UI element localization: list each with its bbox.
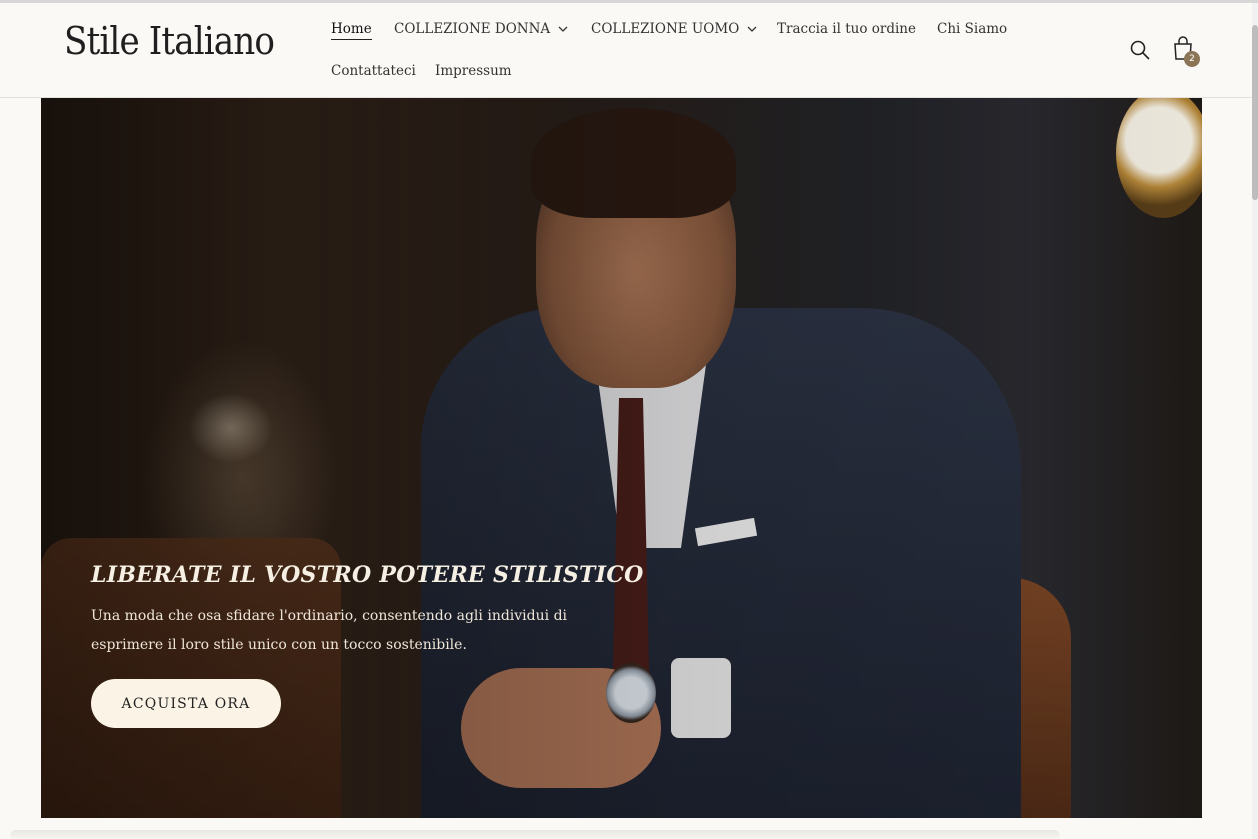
cart-count-badge: 2 [1184, 51, 1200, 67]
nav-item-home[interactable]: Home [331, 21, 372, 40]
nav-item-collezione-donna[interactable]: COLLEZIONE DONNA [394, 21, 568, 37]
scrollbar-thumb[interactable] [1252, 25, 1258, 200]
nav-item-impressum[interactable]: Impressum [435, 63, 512, 79]
nav-item-contattateci[interactable]: Contattateci [331, 63, 416, 79]
nav-item-label: Home [331, 21, 372, 40]
nav-item-label: COLLEZIONE DONNA [394, 21, 551, 37]
chevron-down-icon [558, 26, 568, 32]
site-header: Stile Italiano Home COLLEZIONE DONNA COL… [0, 3, 1252, 98]
nav-item-traccia-ordine[interactable]: Traccia il tuo ordine [777, 21, 916, 37]
nav-item-label: COLLEZIONE UOMO [591, 21, 740, 37]
nav-item-label: Contattateci [331, 63, 416, 79]
nav-item-label: Chi Siamo [937, 21, 1008, 37]
next-section-edge [10, 830, 1060, 839]
nav-item-chi-siamo[interactable]: Chi Siamo [937, 21, 1007, 37]
nav-item-label: Impressum [435, 63, 512, 79]
search-icon [1130, 40, 1150, 60]
hero-subtitle: Una moda che osa sfidare l'ordinario, co… [91, 608, 568, 653]
site-logo[interactable]: Stile Italiano [64, 19, 275, 63]
hero-title: LIBERATE IL VOSTRO POTERE STILISTICO [91, 562, 644, 588]
nav-item-label: Traccia il tuo ordine [777, 21, 916, 37]
search-button[interactable] [1127, 37, 1153, 63]
nav-item-collezione-uomo[interactable]: COLLEZIONE UOMO [591, 21, 757, 37]
shop-now-button[interactable]: ACQUISTA ORA [91, 679, 281, 728]
scrollbar[interactable] [1252, 3, 1258, 839]
chevron-down-icon [747, 26, 757, 32]
hero-banner: LIBERATE IL VOSTRO POTERE STILISTICO Una… [41, 98, 1202, 818]
